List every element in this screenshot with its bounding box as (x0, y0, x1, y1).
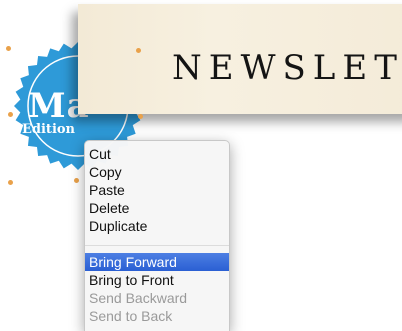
selection-handle[interactable] (8, 180, 13, 185)
menu-item-send-to-back: Send to Back (89, 308, 173, 324)
menu-item-duplicate[interactable]: Duplicate (85, 217, 229, 235)
badge-small-text: Edition (22, 122, 76, 137)
menu-item-delete[interactable]: Delete (85, 199, 229, 217)
menu-item-bring-forward[interactable]: Bring Forward (85, 253, 229, 271)
menu-separator (85, 245, 229, 246)
document-canvas[interactable]: Ma Edition NEWSLET Cut Copy Paste Delete… (0, 0, 402, 331)
banner-title: NEWSLET (172, 48, 402, 88)
selection-handle[interactable] (136, 48, 141, 53)
menu-item-bring-to-front[interactable]: Bring to Front (85, 271, 229, 289)
selection-handle[interactable] (6, 46, 11, 51)
selection-handle[interactable] (138, 114, 143, 119)
newsletter-banner[interactable]: NEWSLET (78, 4, 402, 114)
menu-item-send-backward: Send Backward (89, 290, 188, 306)
selection-handle[interactable] (8, 112, 13, 117)
menu-item-paste[interactable]: Paste (85, 181, 229, 199)
selection-handle[interactable] (74, 178, 79, 183)
menu-item-cut[interactable]: Cut (85, 145, 229, 163)
menu-item-copy[interactable]: Copy (85, 163, 229, 181)
context-menu: Cut Copy Paste Delete Duplicate Bring Fo… (84, 140, 230, 331)
